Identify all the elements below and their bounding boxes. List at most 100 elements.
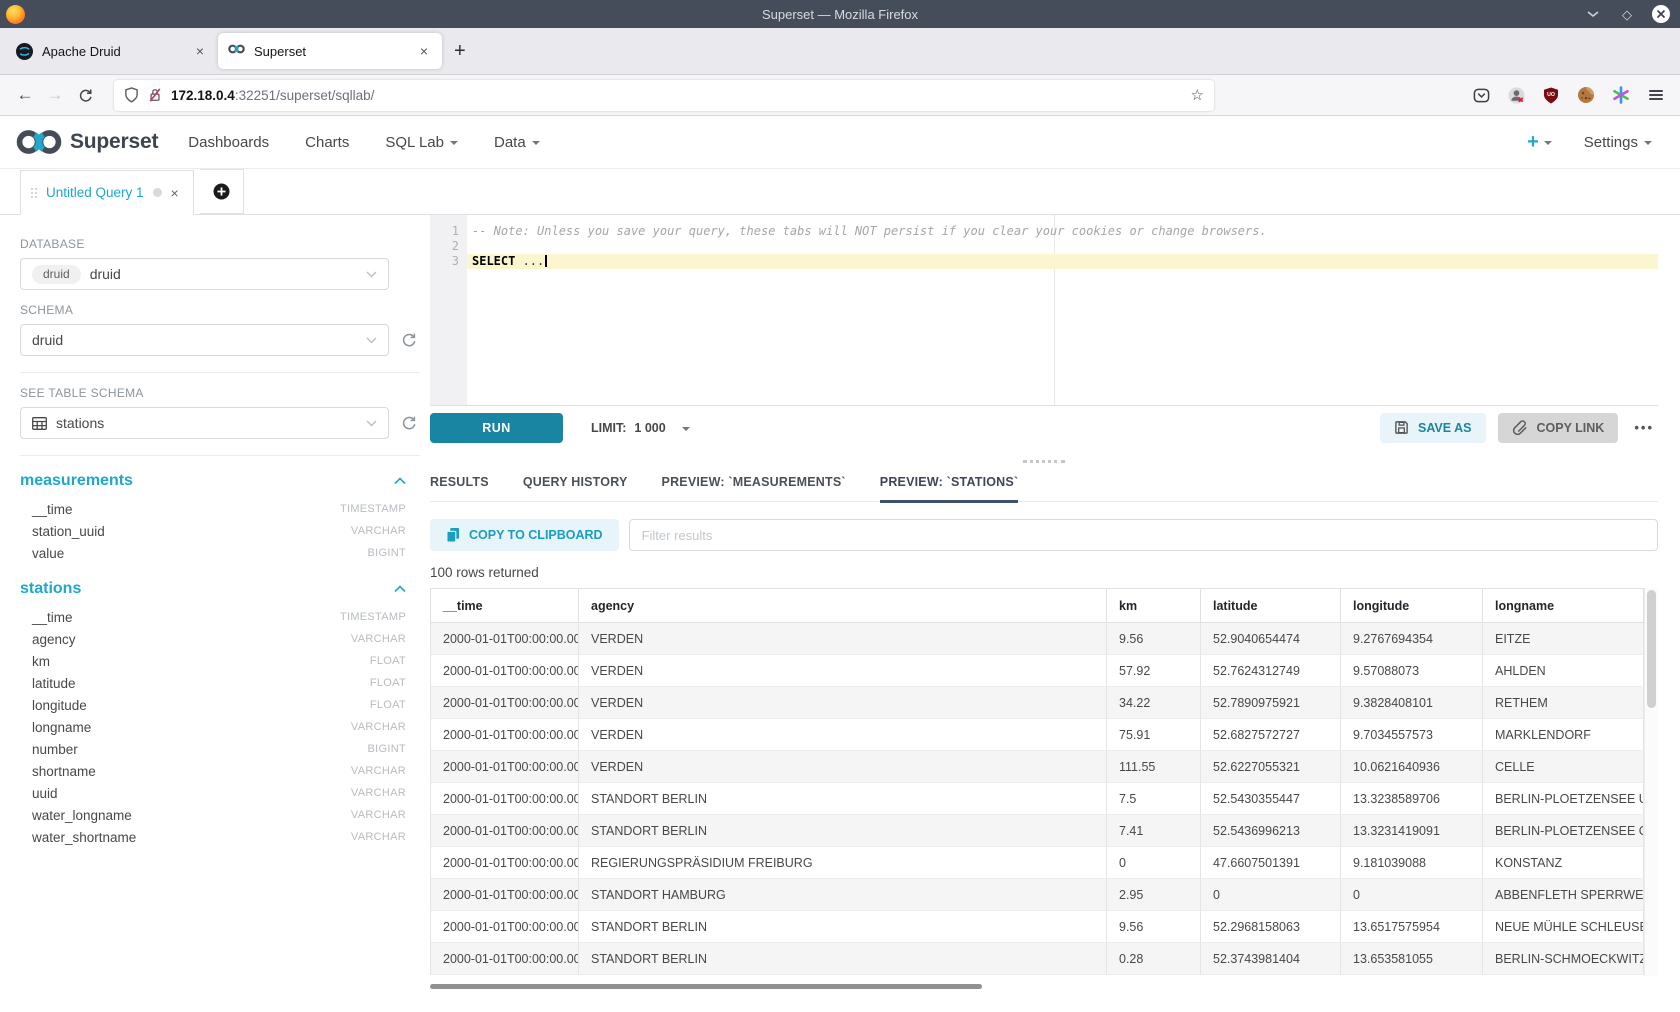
settings-menu[interactable]: Settings	[1584, 134, 1652, 151]
copy-to-clipboard-button[interactable]: COPY TO CLIPBOARD	[430, 519, 619, 551]
column-name: km	[32, 654, 50, 669]
cookie-icon[interactable]	[1576, 85, 1596, 105]
table-cell: VERDEN	[579, 623, 1107, 655]
add-query-tab-button[interactable]	[200, 169, 244, 214]
menu-icon[interactable]	[1646, 85, 1666, 105]
result-tab-query-history[interactable]: QUERY HISTORY	[523, 475, 628, 503]
maximize-icon[interactable]: ◇	[1618, 5, 1636, 23]
table-cell: STANDORT BERLIN	[579, 815, 1107, 847]
forward-button[interactable]: →	[40, 81, 70, 109]
table-row: 2000-01-01T00:00:00.000ZSTANDORT BERLIN7…	[431, 783, 1644, 815]
table-row: 2000-01-01T00:00:00.000ZVERDEN75.9152.68…	[431, 719, 1644, 751]
query-tab-untitled-query-1[interactable]: Untitled Query 1 ×	[20, 170, 194, 215]
column-header-agency[interactable]: agency	[579, 589, 1107, 623]
run-button[interactable]: RUN	[430, 413, 563, 443]
pocket-icon[interactable]	[1471, 85, 1491, 105]
close-window-icon[interactable]	[1652, 5, 1670, 23]
schema-select[interactable]: druid	[20, 324, 389, 356]
table-schema-select[interactable]: stations	[20, 407, 389, 439]
filter-results-input[interactable]	[629, 519, 1658, 551]
column-header-longitude[interactable]: longitude	[1341, 589, 1483, 623]
table-row: 2000-01-01T00:00:00.000ZSTANDORT BERLIN9…	[431, 911, 1644, 943]
column-name: number	[32, 742, 78, 757]
column-type: TIMESTAMP	[340, 503, 406, 515]
drag-handle-icon[interactable]	[31, 188, 37, 198]
browser-tab-superset[interactable]: Superset ×	[218, 33, 442, 69]
column-row-km: kmFLOAT	[20, 650, 420, 672]
database-select[interactable]: druid druid	[20, 258, 389, 290]
table-cell: 34.22	[1107, 687, 1201, 719]
column-header-time[interactable]: __time	[431, 589, 579, 623]
table-cell: 57.92	[1107, 655, 1201, 687]
toolbar-extensions: UO	[1471, 85, 1670, 105]
column-header-latitude[interactable]: latitude	[1201, 589, 1341, 623]
column-type: FLOAT	[370, 699, 406, 711]
shield-icon[interactable]	[124, 87, 139, 103]
pane-splitter[interactable]	[430, 449, 1658, 473]
column-header-km[interactable]: km	[1107, 589, 1201, 623]
tab-close-icon[interactable]: ×	[416, 42, 432, 60]
schema-table-heading[interactable]: measurements	[20, 472, 420, 490]
table-cell: 52.3743981404	[1201, 943, 1341, 975]
result-tab-preview-stations[interactable]: PREVIEW: `STATIONS`	[880, 475, 1019, 503]
column-type: BIGINT	[368, 547, 406, 559]
nav-item-dashboards[interactable]: Dashboards	[188, 134, 269, 151]
refresh-schemas-icon[interactable]	[398, 332, 420, 348]
insecure-lock-icon[interactable]	[148, 87, 162, 103]
ublock-icon[interactable]: UO	[1541, 85, 1561, 105]
result-tab-results[interactable]: RESULTS	[430, 475, 489, 503]
tab-close-icon[interactable]: ×	[192, 42, 208, 60]
collapse-chevron-up-icon[interactable]	[394, 477, 406, 485]
account-extension-icon[interactable]	[1506, 85, 1526, 105]
horizontal-scrollbar-thumb[interactable]	[430, 984, 982, 989]
table-cell: 10.0621640936	[1341, 751, 1483, 783]
editor-code-area[interactable]: -- Note: Unless you save your query, the…	[467, 215, 1658, 405]
column-row-longname: longnameVARCHAR	[20, 716, 420, 738]
extension-asterisk-icon[interactable]	[1611, 85, 1631, 105]
schema-label: SCHEMA	[20, 303, 420, 317]
table-cell: 9.3828408101	[1341, 687, 1483, 719]
refresh-tables-icon[interactable]	[398, 415, 420, 431]
table-cell: 9.57088073	[1341, 655, 1483, 687]
table-cell: VERDEN	[579, 751, 1107, 783]
chevron-down-icon	[366, 420, 377, 427]
more-actions-button[interactable]: •••	[1630, 420, 1658, 435]
collapse-chevron-up-icon[interactable]	[394, 585, 406, 593]
close-query-tab-icon[interactable]: ×	[171, 186, 179, 200]
reload-button[interactable]	[70, 81, 100, 109]
superset-logo[interactable]: Superset	[16, 129, 158, 155]
active-code-line: SELECT ...	[467, 254, 1658, 269]
superset-app: Superset Dashboards Charts SQL Lab Data + S…	[0, 116, 1680, 1012]
sql-lab-sidebar: DATABASE druid druid SCHEMA druid	[0, 215, 430, 1012]
column-row-latitude: latitudeFLOAT	[20, 672, 420, 694]
table-body: 2000-01-01T00:00:00.000ZVERDEN9.5652.904…	[431, 623, 1644, 975]
save-as-button[interactable]: SAVE AS	[1380, 413, 1486, 443]
column-name: water_shortname	[32, 830, 136, 845]
nav-item-sql-lab[interactable]: SQL Lab	[385, 134, 458, 151]
nav-item-data[interactable]: Data	[494, 134, 540, 151]
new-item-button[interactable]: +	[1527, 131, 1552, 154]
column-row-time: __timeTIMESTAMP	[20, 498, 420, 520]
sql-editor[interactable]: 1 2 3 -- Note: Unless you save your quer…	[430, 215, 1658, 405]
schema-table-heading[interactable]: stations	[20, 580, 420, 598]
copy-link-button[interactable]: COPY LINK	[1498, 413, 1619, 443]
superset-navbar: Superset Dashboards Charts SQL Lab Data + S…	[0, 116, 1680, 169]
table-cell: NEUE MÜHLE SCHLEUSE OP	[1483, 911, 1644, 943]
table-cell: 0	[1107, 847, 1201, 879]
nav-item-charts[interactable]: Charts	[305, 134, 349, 151]
result-tab-preview-measurements[interactable]: PREVIEW: `MEASUREMENTS`	[662, 475, 846, 503]
new-tab-button[interactable]: +	[442, 41, 478, 61]
table-row: 2000-01-01T00:00:00.000ZSTANDORT BERLIN7…	[431, 815, 1644, 847]
back-button[interactable]: ←	[10, 81, 40, 109]
bookmark-star-icon[interactable]: ☆	[1191, 86, 1204, 104]
table-cell: VERDEN	[579, 655, 1107, 687]
column-header-longname[interactable]: longname	[1483, 589, 1644, 623]
url-bar[interactable]: 172.18.0.4:32251/superset/sqllab/ ☆	[114, 80, 1214, 111]
minimize-icon[interactable]	[1584, 5, 1602, 23]
vertical-scrollbar-thumb[interactable]	[1647, 590, 1656, 708]
browser-tab-apache-druid[interactable]: Apache Druid ×	[6, 33, 218, 69]
url-text[interactable]: 172.18.0.4:32251/superset/sqllab/	[171, 88, 1182, 103]
clipboard-icon	[446, 527, 460, 543]
vertical-scrollbar[interactable]	[1644, 588, 1658, 976]
limit-dropdown[interactable]: LIMIT: 1 000	[591, 421, 690, 435]
